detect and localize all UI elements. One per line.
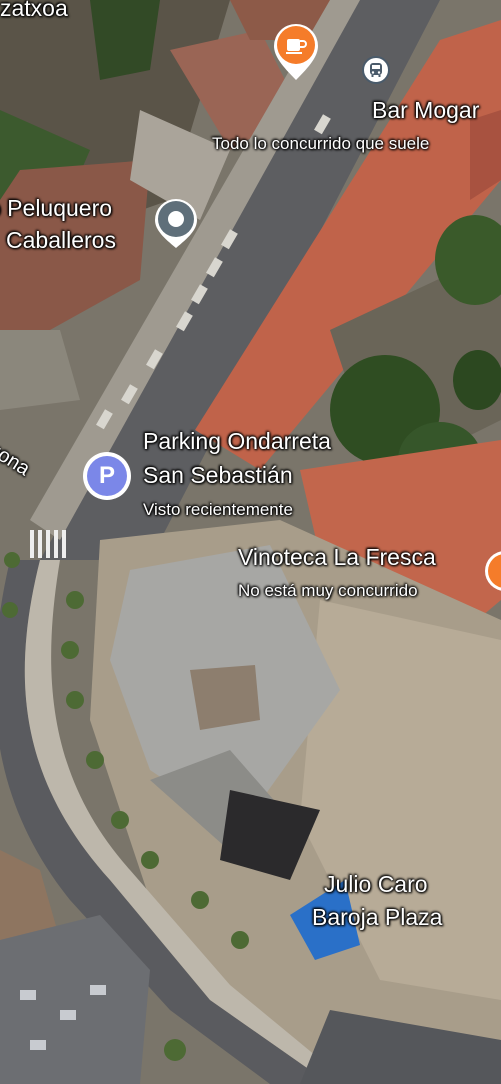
bus-icon xyxy=(370,63,382,77)
place-name-parking-line2[interactable]: San Sebastián xyxy=(143,462,293,489)
place-name-peluquero-line2[interactable]: Caballeros xyxy=(6,227,116,254)
place-name-bar-mogan[interactable]: Bar Mogar xyxy=(372,97,479,124)
street-label-zatxoa: zatxoa xyxy=(0,0,68,21)
bus-stop-marker[interactable] xyxy=(362,56,390,84)
wine-bar-icon xyxy=(488,554,501,588)
place-name-parking-line1[interactable]: Parking Ondarreta xyxy=(143,428,331,455)
place-pin-icon xyxy=(155,198,197,248)
place-status-vinoteca: No está muy concurrido xyxy=(238,581,418,600)
parking-marker[interactable]: P xyxy=(83,452,131,500)
parking-icon: P xyxy=(87,456,127,496)
place-name-vinoteca[interactable]: Vinoteca La Fresca xyxy=(238,544,436,571)
place-status-bar-mogan: Todo lo concurrido que suele xyxy=(212,134,430,153)
place-name-plaza-line2[interactable]: Baroja Plaza xyxy=(312,904,442,931)
place-name-plaza-line1[interactable]: Julio Caro xyxy=(324,871,428,898)
place-name-peluquero-line1[interactable]: o Peluquero xyxy=(0,195,112,222)
cafe-marker[interactable] xyxy=(272,22,320,87)
palm-tree xyxy=(453,350,501,410)
cafe-icon xyxy=(274,24,318,80)
vinoteca-marker[interactable] xyxy=(485,551,501,591)
tree-cluster xyxy=(90,0,160,80)
peluquero-marker[interactable] xyxy=(152,198,200,255)
place-status-parking: Visto recientemente xyxy=(143,500,293,519)
